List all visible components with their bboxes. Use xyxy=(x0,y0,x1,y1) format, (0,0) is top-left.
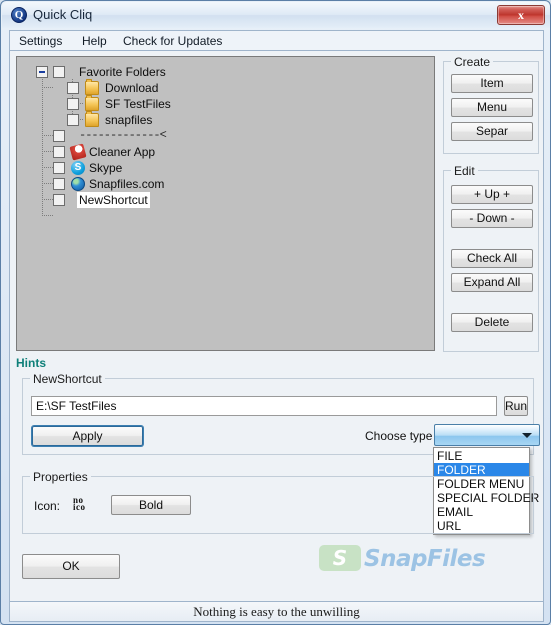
tree-label: snapfiles xyxy=(105,113,153,127)
hints-label: Hints xyxy=(16,356,46,370)
tree-checkbox[interactable] xyxy=(67,98,79,110)
properties-group: Properties Icon: no ico Bold xyxy=(22,470,534,534)
tree-connector-vertical xyxy=(42,77,43,217)
apply-button[interactable]: Apply xyxy=(32,426,143,446)
skype-icon: S xyxy=(71,161,85,175)
edit-group-title: Edit xyxy=(451,164,478,178)
tree-checkbox[interactable] xyxy=(67,82,79,94)
tree-connector-horizontal xyxy=(42,215,54,216)
choose-type-label: Choose type xyxy=(365,429,433,443)
choose-type-combobox[interactable] xyxy=(434,424,540,446)
menu-item-check-for-updates[interactable]: Check for Updates xyxy=(123,34,222,48)
shortcuts-tree[interactable]: Favorite Folders Download SF TestFiles s… xyxy=(16,56,435,351)
tree-label: Cleaner App xyxy=(89,145,156,159)
expand-all-button[interactable]: Expand All xyxy=(451,273,533,292)
properties-group-title: Properties xyxy=(30,470,91,484)
dropdown-option-folder[interactable]: FOLDER xyxy=(434,463,529,477)
tree-connector-horizontal xyxy=(42,87,54,88)
tree-checkbox[interactable] xyxy=(53,162,65,174)
ok-button[interactable]: OK xyxy=(22,554,120,579)
tree-label: SF TestFiles xyxy=(105,97,171,111)
delete-button[interactable]: Delete xyxy=(451,313,533,332)
menu-item-help[interactable]: Help xyxy=(82,34,107,48)
dropdown-option-file[interactable]: FILE xyxy=(434,449,529,463)
edit-group: Edit + Up + - Down - Check All Expand Al… xyxy=(443,164,539,352)
app-logo-icon: Q xyxy=(11,7,27,23)
window-title: Quick Cliq xyxy=(33,7,93,22)
create-item-button[interactable]: Item xyxy=(451,74,533,93)
folder-icon xyxy=(85,95,99,111)
tree-checkbox[interactable] xyxy=(53,130,65,142)
tree-label: Snapfiles.com xyxy=(89,177,165,191)
check-all-button[interactable]: Check All xyxy=(451,249,533,268)
snapfiles-logo-text: SnapFiles xyxy=(364,546,486,572)
run-button[interactable]: Run xyxy=(504,396,528,416)
no-icon-line2: ico xyxy=(73,502,86,512)
title-bar: Q Quick Cliq x xyxy=(2,2,550,28)
create-separ-button[interactable]: Separ xyxy=(451,122,533,141)
tree-label: Favorite Folders xyxy=(79,65,166,79)
globe-icon xyxy=(71,177,85,191)
folder-icon xyxy=(85,79,99,95)
chevron-down-icon xyxy=(522,433,532,438)
tree-expander-minus-icon[interactable] xyxy=(36,66,48,78)
newshortcut-group-title: NewShortcut xyxy=(30,372,105,386)
folder-icon xyxy=(85,111,99,127)
no-icon-placeholder: no ico xyxy=(73,496,86,512)
bold-button[interactable]: Bold xyxy=(111,495,191,515)
tree-checkbox[interactable] xyxy=(53,146,65,158)
close-button[interactable]: x xyxy=(497,5,545,25)
tree-label: Skype xyxy=(89,161,123,175)
move-down-button[interactable]: - Down - xyxy=(451,209,533,228)
create-menu-button[interactable]: Menu xyxy=(451,98,533,117)
tree-checkbox[interactable] xyxy=(67,114,79,126)
icon-label: Icon: xyxy=(34,499,61,513)
snapfiles-logo-icon: S xyxy=(319,545,361,571)
shortcut-path-input[interactable] xyxy=(31,396,497,416)
move-up-button[interactable]: + Up + xyxy=(451,185,533,204)
application-window: Q Quick Cliq x Settings Help Check for U… xyxy=(0,0,551,625)
create-group: Create Item Menu Separ xyxy=(443,55,539,154)
cleaner-app-icon xyxy=(69,143,87,161)
status-bar: Nothing is easy to the unwilling xyxy=(9,601,544,622)
create-group-title: Create xyxy=(451,55,494,69)
tree-label-selected: NewShortcut xyxy=(77,192,150,208)
snapfiles-watermark: S SnapFiles xyxy=(319,544,529,574)
client-area: Favorite Folders Download SF TestFiles s… xyxy=(9,50,544,616)
tree-checkbox[interactable] xyxy=(53,194,65,206)
menu-bar: Settings Help Check for Updates xyxy=(9,30,544,50)
tree-checkbox[interactable] xyxy=(53,178,65,190)
tree-checkbox[interactable] xyxy=(53,66,65,78)
tree-label: Download xyxy=(105,81,159,95)
menu-item-settings[interactable]: Settings xyxy=(19,34,62,48)
newshortcut-group: NewShortcut Run Apply Choose type xyxy=(22,372,540,455)
